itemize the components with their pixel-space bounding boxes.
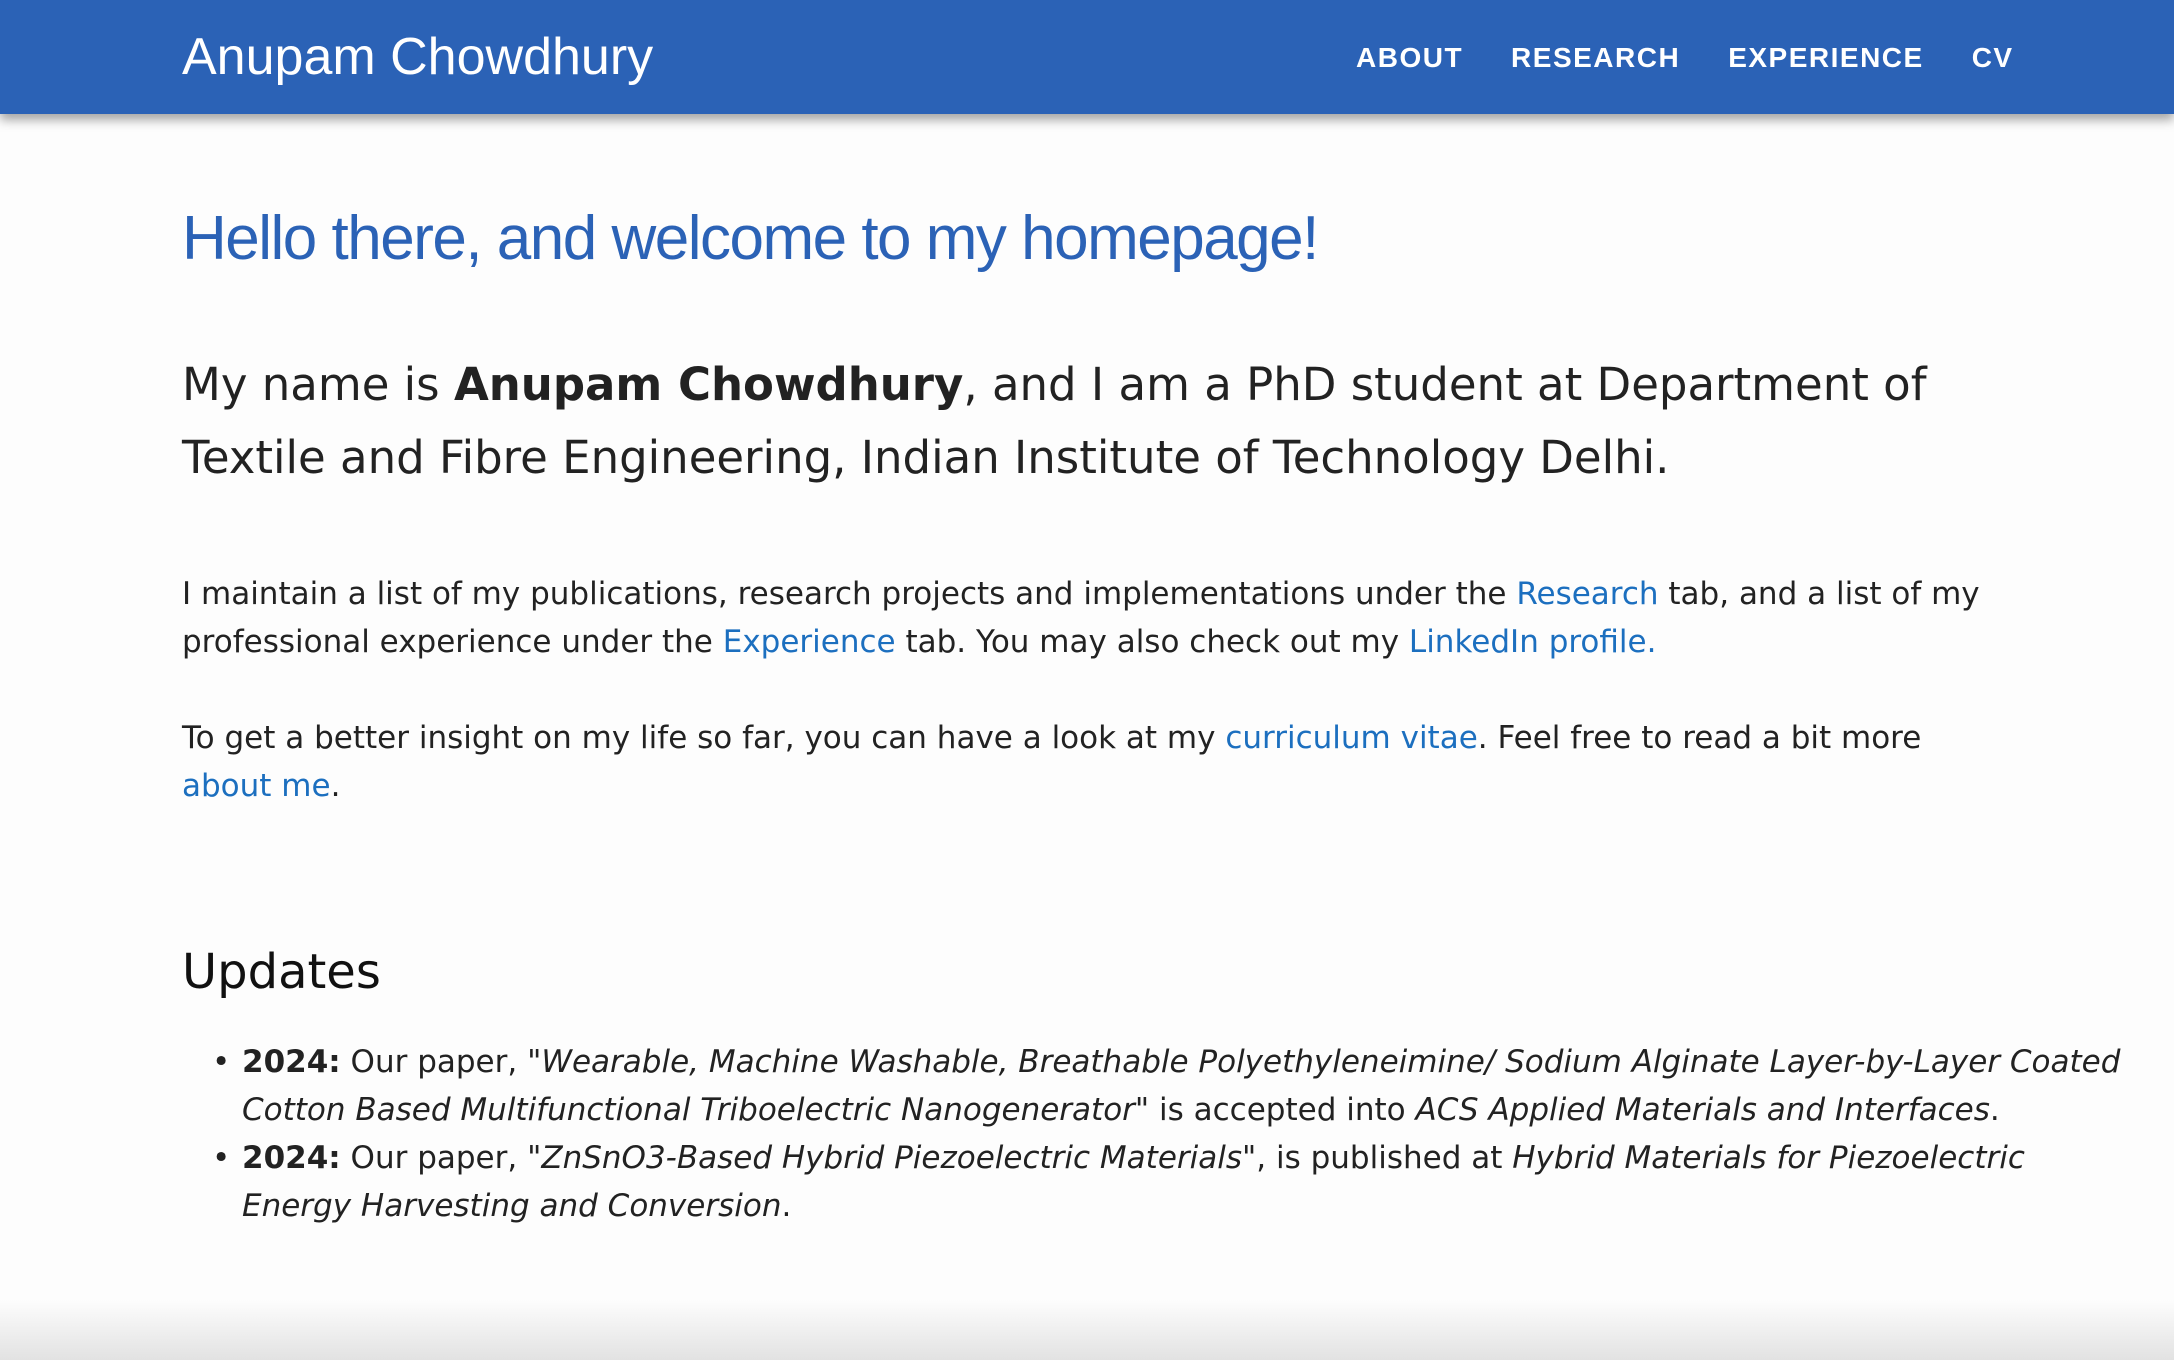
- list-item: • 2024: Our paper, "Wearable, Machine Was…: [212, 1038, 2122, 1134]
- nav-link-experience[interactable]: EXPERIENCE: [1728, 38, 1924, 78]
- update-venue: ACS Applied Materials and Interfaces: [1415, 1092, 1990, 1128]
- nav-link-cv[interactable]: CV: [1972, 38, 2014, 78]
- para2-text-1: To get a better insight on my life so fa…: [182, 720, 1226, 756]
- list-item: • 2024: Our paper, "ZnSnO3-Based Hybrid P…: [212, 1134, 2122, 1230]
- bullet-icon: •: [212, 1140, 231, 1176]
- nav-links: ABOUT RESEARCH EXPERIENCE CV: [1356, 38, 2014, 78]
- site-brand[interactable]: Anupam Chowdhury: [182, 22, 653, 92]
- updates-heading: Updates: [182, 944, 381, 1000]
- para2-text-2: . Feel free to read a bit more: [1477, 720, 1922, 756]
- research-link[interactable]: Research: [1516, 576, 1658, 612]
- footer-shadow: [0, 1300, 2174, 1360]
- updates-list: • 2024: Our paper, "Wearable, Machine Was…: [212, 1038, 2122, 1230]
- update-paper-title: "ZnSnO3-Based Hybrid Piezoelectric Mater…: [527, 1140, 1257, 1176]
- update-text-3: .: [781, 1188, 792, 1224]
- nav-link-research[interactable]: RESEARCH: [1511, 38, 1680, 78]
- cv-paragraph: To get a better insight on my life so fa…: [182, 714, 2002, 810]
- update-text-1: Our paper,: [340, 1140, 528, 1176]
- update-text-2: is accepted into: [1149, 1092, 1416, 1128]
- update-text-2: , is published at: [1256, 1140, 1513, 1176]
- update-year: 2024:: [242, 1140, 341, 1176]
- intro-paragraph: My name is Anupam Chowdhury, and I am a …: [182, 348, 1982, 494]
- update-year: 2024:: [242, 1044, 341, 1080]
- about-me-link[interactable]: about me: [182, 768, 331, 804]
- linkedin-link[interactable]: LinkedIn profile.: [1409, 624, 1657, 660]
- publications-paragraph: I maintain a list of my publications, re…: [182, 570, 2002, 666]
- top-navbar: Anupam Chowdhury ABOUT RESEARCH EXPERIEN…: [0, 0, 2174, 114]
- para1-text-3: tab. You may also check out my: [895, 624, 1409, 660]
- para1-text-1: I maintain a list of my publications, re…: [182, 576, 1517, 612]
- cv-link[interactable]: curriculum vitae: [1225, 720, 1477, 756]
- welcome-heading: Hello there, and welcome to my homepage!: [182, 204, 1319, 273]
- nav-link-about[interactable]: ABOUT: [1356, 38, 1463, 78]
- intro-prefix: My name is: [182, 358, 454, 411]
- update-text-1: Our paper,: [340, 1044, 528, 1080]
- update-text-3: .: [1989, 1092, 2000, 1128]
- bullet-icon: •: [212, 1044, 231, 1080]
- para2-text-3: .: [330, 768, 341, 804]
- experience-link[interactable]: Experience: [723, 624, 896, 660]
- intro-name: Anupam Chowdhury: [453, 358, 964, 411]
